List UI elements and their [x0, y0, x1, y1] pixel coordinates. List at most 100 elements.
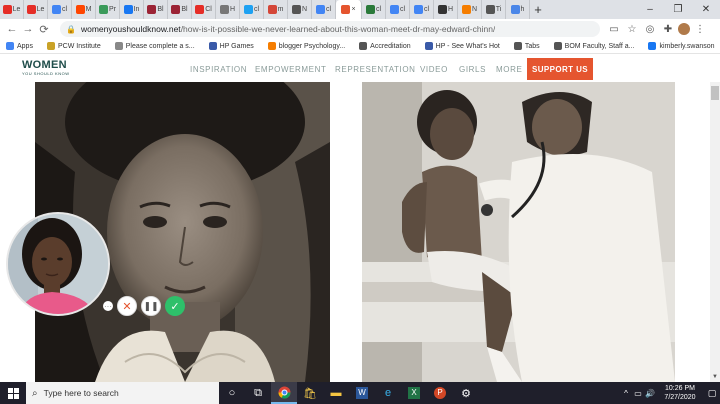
browser-tab[interactable]: M: [72, 0, 96, 19]
browser-tab[interactable]: ×: [336, 0, 362, 19]
bookmark-icon: [648, 42, 657, 50]
scroll-down-arrow[interactable]: ▼: [710, 372, 720, 382]
browser-tab[interactable]: h: [506, 0, 530, 19]
volume-icon[interactable]: 🔊: [644, 389, 656, 398]
browser-tab[interactable]: N: [288, 0, 312, 19]
bookmark-item[interactable]: BOM Faculty, Staff a...: [553, 42, 634, 50]
scrollbar-thumb[interactable]: [711, 86, 719, 100]
tab-label: H: [447, 6, 454, 13]
browser-tab[interactable]: cl: [362, 0, 386, 19]
browser-tab[interactable]: cl: [48, 0, 72, 19]
profile-avatar[interactable]: [678, 23, 690, 35]
search-placeholder: Type here to search: [43, 388, 119, 398]
site-logo[interactable]: WOMEN YOU SHOULD KNOW: [22, 59, 70, 76]
browser-tab[interactable]: H: [216, 0, 240, 19]
chrome-icon[interactable]: [271, 382, 297, 404]
store-icon[interactable]: 🛍: [297, 382, 323, 404]
browser-tab[interactable]: m: [264, 0, 288, 19]
nav-representation[interactable]: REPRESENTATION: [335, 65, 416, 74]
webcam-controls: ··· ✕ ❚❚ ✓: [103, 296, 185, 316]
close-button[interactable]: ✕: [692, 4, 720, 15]
nav-inspiration[interactable]: INSPIRATION: [190, 65, 247, 74]
bookmark-item[interactable]: Accreditation: [359, 42, 411, 50]
edge-icon[interactable]: e: [375, 382, 401, 404]
new-tab-button[interactable]: +: [530, 2, 546, 17]
extension-icon[interactable]: ◎: [642, 24, 658, 35]
youtube-icon: [195, 5, 205, 14]
forward-button[interactable]: →: [20, 23, 36, 35]
bookmark-label: blogger Psychology...: [278, 42, 346, 50]
powerpoint-icon[interactable]: P: [427, 382, 453, 404]
system-tray: ^ ▭ 🔊 10:26 PM 7/27/2020 ▢: [620, 382, 720, 404]
cancel-recording-button[interactable]: ✕: [117, 296, 137, 316]
page-scrollbar[interactable]: ▼: [710, 82, 720, 382]
browser-tab[interactable]: cl: [240, 0, 264, 19]
tab-strip: Le Le cl M Pr In Bl Bl Cl Hcl m Ncl × cl cl cl H N Ti h +: [0, 0, 720, 19]
browser-tab[interactable]: Ti: [482, 0, 506, 19]
notification-icon[interactable]: ▢: [704, 388, 720, 399]
nav-empowerment[interactable]: EMPOWERMENT: [255, 65, 327, 74]
address-bar[interactable]: 🔒 womenyoushouldknow.net/how-is-it-possi…: [60, 21, 600, 37]
bookmark-label: Tabs: [524, 42, 540, 50]
browser-tab[interactable]: In: [120, 0, 144, 19]
grid-icon: [99, 5, 108, 14]
nav-more[interactable]: MORE: [496, 65, 522, 74]
tab-label: m: [277, 6, 284, 13]
browser-tab[interactable]: cl: [410, 0, 434, 19]
puzzle-icon[interactable]: ✚: [660, 24, 676, 35]
reload-button[interactable]: ⟳: [36, 23, 52, 36]
google-icon: [413, 5, 423, 14]
browser-tab[interactable]: N: [458, 0, 482, 19]
browser-tab[interactable]: Pr: [96, 0, 120, 19]
taskbar-search[interactable]: ⌕ Type here to search: [26, 382, 219, 404]
bookmark-label: Please complete a s...: [125, 42, 195, 50]
support-us-button[interactable]: SUPPORT US: [527, 58, 593, 80]
browser-tab[interactable]: cl: [386, 0, 410, 19]
back-button[interactable]: ←: [4, 23, 20, 35]
star-icon[interactable]: ☆: [624, 24, 640, 35]
nav-video[interactable]: VIDEO: [420, 65, 448, 74]
bookmark-item[interactable]: HP Games: [208, 42, 254, 50]
network-icon[interactable]: ▭: [632, 389, 644, 398]
bookmark-item[interactable]: blogger Psychology...: [267, 42, 346, 50]
google-icon: [315, 5, 325, 14]
browser-tab[interactable]: Bl: [144, 0, 168, 19]
browser-tab[interactable]: Le: [24, 0, 48, 19]
clock[interactable]: 10:26 PM 7/27/2020: [656, 384, 704, 402]
nav-girls[interactable]: GIRLS: [459, 65, 486, 74]
cast-icon[interactable]: ▭: [606, 24, 622, 35]
menu-icon[interactable]: ⋮: [692, 24, 708, 35]
facebook-icon: [123, 5, 133, 14]
start-button[interactable]: [0, 382, 26, 404]
browser-tab[interactable]: Bl: [168, 0, 192, 19]
browser-tab[interactable]: Cl: [192, 0, 216, 19]
browser-tab[interactable]: H: [434, 0, 458, 19]
bookmark-item[interactable]: Please complete a s...: [114, 42, 195, 50]
browser-tab[interactable]: Le: [0, 0, 24, 19]
bookmark-item[interactable]: Apps: [6, 42, 33, 50]
cortana-icon[interactable]: ○: [219, 382, 245, 404]
tab-label: In: [133, 6, 140, 13]
windows-icon: [7, 387, 19, 399]
bookmark-item[interactable]: HP - See What's Hot: [424, 42, 500, 50]
file-explorer-icon[interactable]: ▬: [323, 382, 349, 404]
minimize-button[interactable]: –: [636, 4, 664, 15]
settings-icon[interactable]: ⚙: [453, 382, 479, 404]
word-icon[interactable]: W: [349, 382, 375, 404]
excel-icon[interactable]: X: [401, 382, 427, 404]
maximize-button[interactable]: ❐: [664, 4, 692, 15]
finish-recording-button[interactable]: ✓: [165, 296, 185, 316]
task-view-icon[interactable]: ⧉: [245, 382, 271, 404]
browser-tab[interactable]: cl: [312, 0, 336, 19]
site-header: WOMEN YOU SHOULD KNOW INSPIRATION EMPOWE…: [0, 55, 720, 82]
bookmark-item[interactable]: kimberly.swanson: [648, 42, 715, 50]
more-options-icon[interactable]: ···: [103, 301, 113, 311]
arrow-icon: [291, 5, 301, 14]
show-hidden-icons[interactable]: ^: [620, 389, 632, 398]
bookmark-icon: [553, 42, 562, 50]
bookmark-item[interactable]: Tabs: [513, 42, 540, 50]
pause-recording-button[interactable]: ❚❚: [141, 296, 161, 316]
bookmark-item[interactable]: PCW Institute: [46, 42, 101, 50]
bookmark-icon: [359, 42, 368, 50]
tab-label: cl: [423, 6, 430, 13]
